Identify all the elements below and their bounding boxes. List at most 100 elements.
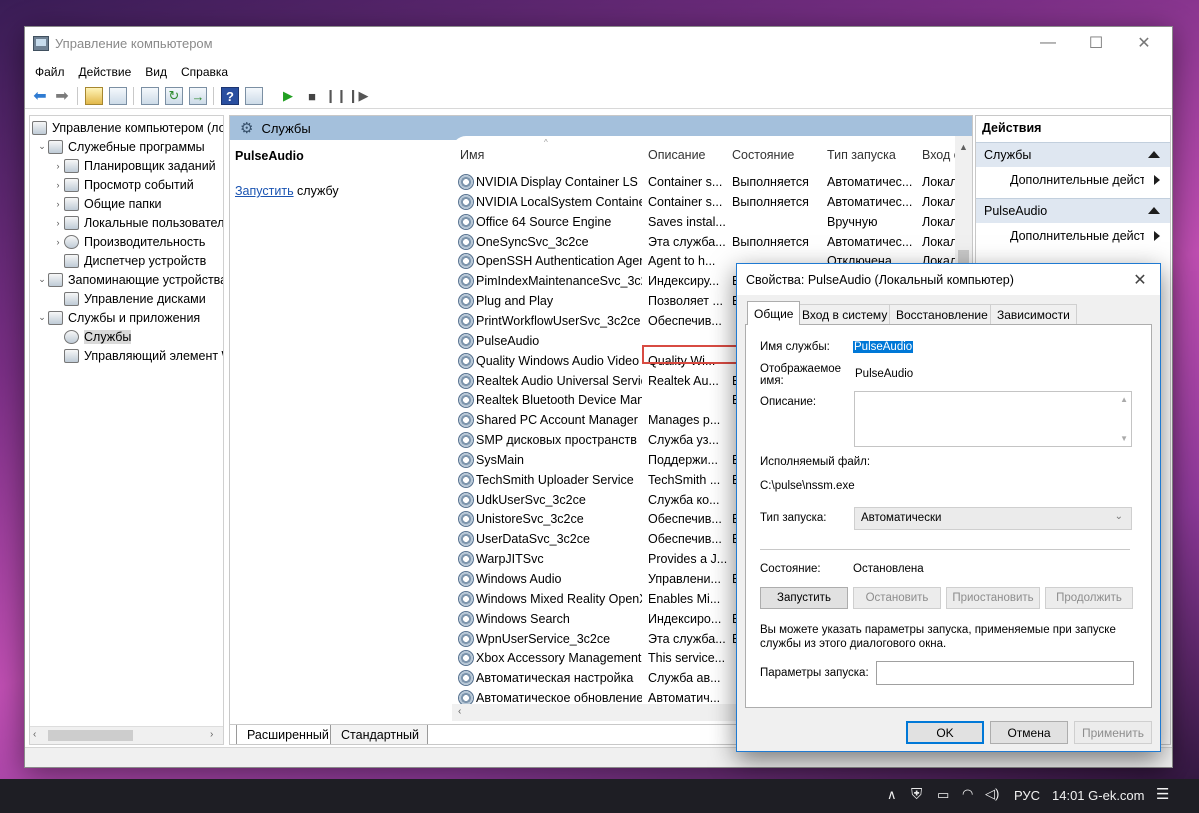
actions-section-services[interactable]: Службы: [976, 142, 1170, 167]
service-startup-type: Автоматичес...: [827, 234, 913, 249]
service-description: Обеспечив...: [648, 532, 722, 547]
service-description: Realtek Au...: [648, 373, 719, 388]
executable-path: C:\pulse\nssm.exe: [760, 480, 855, 492]
tree-expand-arrow[interactable]: ›: [52, 161, 64, 171]
menu-view[interactable]: Вид: [145, 65, 167, 79]
menu-file[interactable]: Файл: [35, 65, 65, 79]
back-arrow-icon[interactable]: ⬅: [31, 87, 49, 105]
column-header-startup-type[interactable]: Тип запуска: [827, 148, 896, 162]
tree-horizontal-scrollbar[interactable]: ‹ ›: [30, 726, 223, 744]
tree-item-storage[interactable]: ⌄ Запоминающие устройства: [30, 270, 223, 289]
tree-expand-arrow[interactable]: ⌄: [36, 141, 48, 152]
cancel-button[interactable]: Отмена: [990, 721, 1068, 744]
display-name-value[interactable]: PulseAudio: [855, 368, 913, 380]
tab-recovery[interactable]: Восстановление: [889, 304, 995, 324]
show-hidden-icons-icon[interactable]: ∧: [887, 787, 897, 803]
menu-action[interactable]: Действие: [79, 65, 132, 79]
start-button[interactable]: Запустить: [760, 587, 848, 609]
startup-type-select[interactable]: Автоматически ⌄: [854, 507, 1132, 530]
wifi-icon[interactable]: ◠: [962, 786, 973, 802]
service-row[interactable]: OneSyncSvc_3c2ce Эта служба... Выполняется…: [458, 233, 968, 252]
tree-item-local-users[interactable]: › Локальные пользователи и группы: [30, 213, 223, 232]
tree-expand-arrow[interactable]: ›: [52, 237, 64, 247]
service-name: PulseAudio: [476, 333, 540, 348]
tab-logon[interactable]: Вход в систему: [795, 304, 895, 324]
menu-help[interactable]: Справка: [181, 65, 228, 79]
scroll-up-icon[interactable]: ▲: [959, 142, 968, 152]
service-row[interactable]: NVIDIA Display Container LS Container s..…: [458, 173, 968, 192]
help-icon[interactable]: ?: [221, 87, 239, 105]
export-list-icon[interactable]: →: [189, 87, 207, 105]
tree-item-disk-management[interactable]: Управление дисками: [30, 289, 223, 308]
dialog-close-icon[interactable]: ✕: [1125, 268, 1155, 292]
service-row[interactable]: NVIDIA LocalSystem Container Container s.…: [458, 193, 968, 212]
show-hide-tree-icon[interactable]: [109, 87, 127, 105]
tree-expand-arrow[interactable]: ›: [52, 180, 64, 190]
pause-icon[interactable]: ❙❙: [325, 87, 347, 105]
tab-standard[interactable]: Стандартный: [330, 725, 428, 744]
tab-dependencies[interactable]: Зависимости: [990, 304, 1077, 324]
tab-general[interactable]: Общие: [747, 301, 801, 325]
tree-item-services-and-apps[interactable]: ⌄ Службы и приложения: [30, 308, 223, 327]
scroll-right-icon[interactable]: ›: [210, 729, 213, 740]
actions-section-pulseaudio[interactable]: PulseAudio: [976, 198, 1170, 223]
stop-button[interactable]: Остановить: [853, 587, 941, 609]
service-name-value[interactable]: PulseAudio: [853, 341, 914, 353]
play-icon[interactable]: ▶: [279, 87, 297, 105]
properties-icon[interactable]: [141, 87, 159, 105]
close-button[interactable]: ✕: [1121, 27, 1167, 59]
notifications-icon[interactable]: ☰: [1156, 785, 1169, 803]
column-header-name[interactable]: Имя: [460, 148, 484, 162]
title-bar[interactable]: Управление компьютером — ☐ ✕: [25, 27, 1172, 61]
start-service-link[interactable]: Запустить: [235, 184, 294, 198]
stop-icon[interactable]: ■: [303, 87, 321, 105]
clock[interactable]: 14:01 G-ek.com: [1052, 788, 1145, 803]
battery-icon[interactable]: ▭: [937, 787, 949, 803]
forward-arrow-icon[interactable]: ➡: [53, 87, 71, 105]
scrollbar-thumb[interactable]: [48, 730, 133, 741]
start-params-input[interactable]: [876, 661, 1134, 685]
pause-button[interactable]: Приостановить: [946, 587, 1040, 609]
collapse-triangle-icon[interactable]: [1148, 151, 1160, 158]
tree-item-shared-folders[interactable]: › Общие папки: [30, 194, 223, 213]
up-folder-icon[interactable]: [85, 87, 103, 105]
maximize-button[interactable]: ☐: [1073, 27, 1119, 59]
tree-item-task-scheduler[interactable]: › Планировщик заданий: [30, 156, 223, 175]
column-header-status[interactable]: Состояние: [732, 148, 794, 162]
scroll-up-icon[interactable]: ▲: [1120, 395, 1128, 404]
service-row[interactable]: Office 64 Source Engine Saves instal... Вр…: [458, 213, 968, 232]
tree-item-wmi-control[interactable]: Управляющий элемент WMI: [30, 346, 223, 365]
action-pane-icon[interactable]: [245, 87, 263, 105]
tree-expand-arrow[interactable]: ⌄: [36, 274, 48, 285]
tree-expand-arrow[interactable]: ›: [52, 199, 64, 209]
service-description: Поддержи...: [648, 452, 718, 467]
gear-icon: [458, 511, 474, 528]
tree-item-event-viewer[interactable]: › Просмотр событий: [30, 175, 223, 194]
tree-expand-arrow[interactable]: ›: [52, 218, 64, 228]
restart-icon[interactable]: ❙▶: [348, 87, 369, 105]
refresh-icon[interactable]: ↻: [165, 87, 183, 105]
scroll-left-icon[interactable]: ‹: [33, 729, 36, 740]
actions-more-services[interactable]: Дополнительные действия: [976, 168, 1170, 192]
tree-item-system-tools[interactable]: ⌄ Служебные программы: [30, 137, 223, 156]
scroll-left-icon[interactable]: ‹: [458, 706, 461, 717]
tree-item-performance[interactable]: › Производительность: [30, 232, 223, 251]
column-header-description[interactable]: Описание: [648, 148, 706, 162]
description-field[interactable]: ▲ ▼: [854, 391, 1132, 447]
language-indicator[interactable]: РУС: [1014, 788, 1040, 803]
security-shield-icon[interactable]: ⛨: [911, 786, 922, 803]
tree-item-computer-management[interactable]: Управление компьютером (локальным): [30, 118, 223, 137]
volume-icon[interactable]: ◁): [985, 786, 999, 802]
tab-extended[interactable]: Расширенный: [236, 725, 338, 744]
collapse-triangle-icon[interactable]: [1148, 207, 1160, 214]
dialog-title-bar[interactable]: Свойства: PulseAudio (Локальный компьюте…: [737, 264, 1160, 295]
tree-item-device-manager[interactable]: Диспетчер устройств: [30, 251, 223, 270]
ok-button[interactable]: OK: [906, 721, 984, 744]
resume-button[interactable]: Продолжить: [1045, 587, 1133, 609]
minimize-button[interactable]: —: [1025, 27, 1071, 59]
tree-item-services[interactable]: Службы: [30, 327, 223, 346]
actions-more-pulseaudio[interactable]: Дополнительные действия: [976, 224, 1170, 248]
apply-button[interactable]: Применить: [1074, 721, 1152, 744]
tree-expand-arrow[interactable]: ⌄: [36, 312, 48, 323]
scroll-down-icon[interactable]: ▼: [1120, 434, 1128, 443]
